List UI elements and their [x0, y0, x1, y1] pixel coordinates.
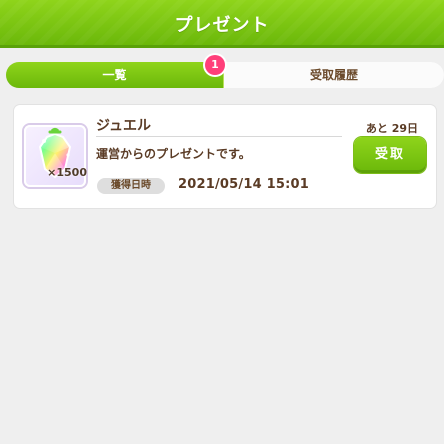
- divider-line: [96, 136, 342, 137]
- tab-bar: 一覧 受取履歴: [6, 62, 444, 88]
- tab-history[interactable]: 受取履歴: [224, 62, 444, 88]
- item-quantity: ×1500: [47, 166, 87, 179]
- acquired-datetime: 2021/05/14 15:01: [178, 177, 309, 192]
- acquired-label: 獲得日時: [97, 178, 165, 194]
- item-description: 運営からのプレゼントです。: [96, 147, 251, 161]
- tab-list[interactable]: 一覧: [6, 62, 224, 88]
- claim-button[interactable]: 受取: [354, 137, 426, 173]
- present-screen: プレゼント 一覧 受取履歴 1 ×1500 ジュエル 運営からのプレゼントです。…: [0, 0, 444, 444]
- notification-badge: 1: [205, 55, 225, 75]
- header-bar: プレゼント: [0, 0, 444, 48]
- remaining-days: あと 29日: [365, 122, 419, 135]
- item-name: ジュエル: [96, 118, 152, 134]
- page-title: プレゼント: [174, 15, 270, 36]
